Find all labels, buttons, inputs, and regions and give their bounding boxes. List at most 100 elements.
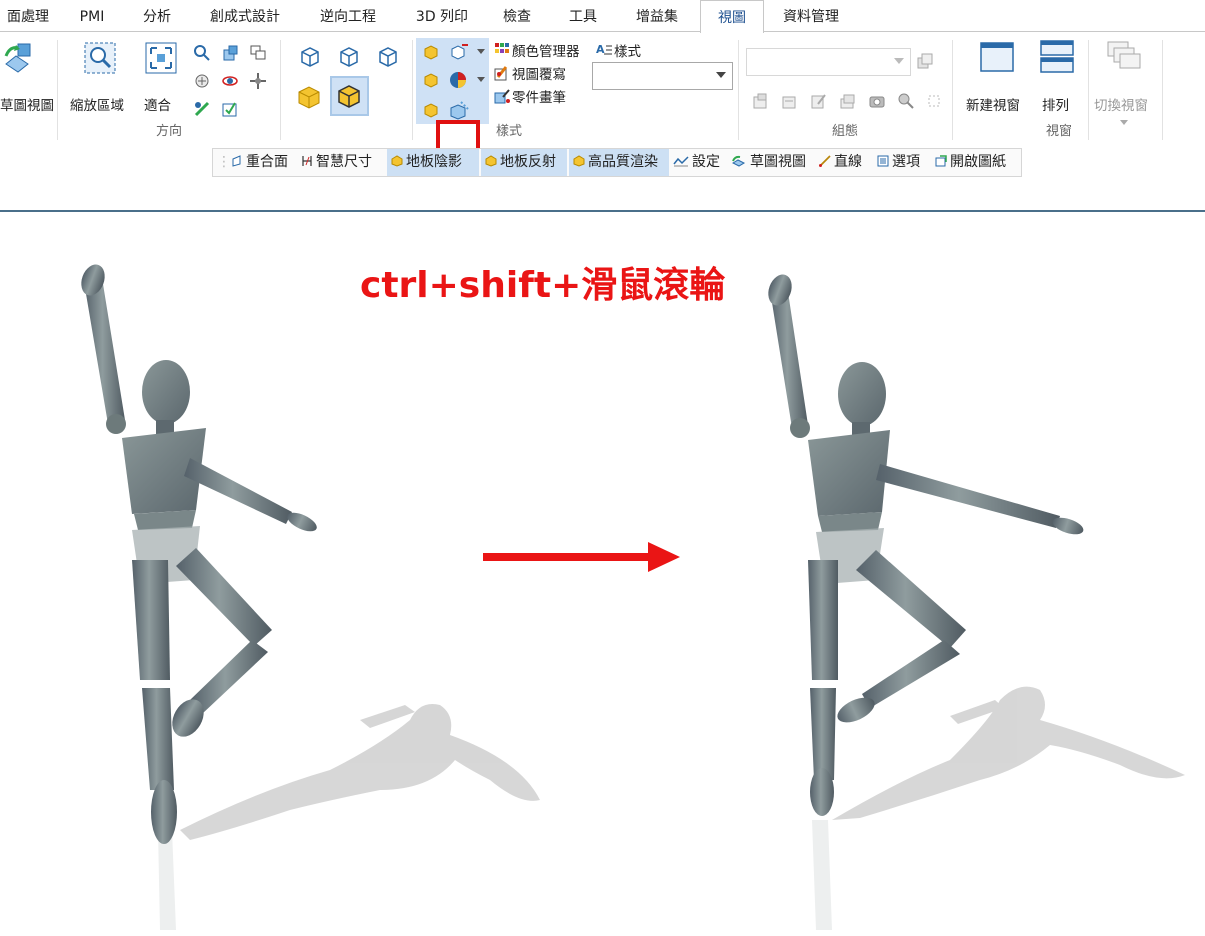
mannequin-left (81, 264, 540, 930)
color-manager-icon[interactable] (494, 42, 510, 56)
new-window-icon[interactable] (980, 42, 1014, 72)
floor-reflection-right (812, 820, 832, 930)
zoom-in-out-icon[interactable] (193, 44, 211, 62)
camera-icon[interactable] (868, 92, 886, 110)
hidden-line-visible-icon[interactable] (337, 44, 361, 68)
coincident-face-button[interactable]: 重合面 (231, 149, 288, 176)
settings-button[interactable]: 設定 (673, 149, 720, 176)
high-quality-render-label: 高品質渲染 (588, 154, 658, 170)
shaded-icon[interactable] (296, 84, 322, 110)
fit-label[interactable]: 適合 (144, 94, 171, 114)
sketch-view-tb-label: 草圖視圖 (750, 154, 806, 170)
style-group-label: 樣式 (496, 124, 523, 139)
floor-reflection-button[interactable]: 地板反射 (481, 149, 567, 176)
config-group-label: 組態 (832, 124, 859, 139)
shaded-with-edges-icon[interactable] (336, 83, 362, 109)
options-icon (877, 155, 889, 167)
sketch-view-icon[interactable] (2, 42, 36, 76)
sketch-view-label[interactable]: 草圖視圖 (0, 94, 54, 114)
tab-3d-print[interactable]: 3D 列印 (402, 0, 482, 32)
settings-icon (673, 156, 689, 167)
options-button[interactable]: 選項 (877, 149, 920, 176)
tab-view[interactable]: 視圖 (700, 0, 764, 33)
floor-reflection-left (158, 830, 176, 930)
line-label: 直線 (834, 154, 862, 170)
group-separator (1162, 40, 1163, 140)
ribbon-tab-bar: 面處理 PMI 分析 創成式設計 逆向工程 3D 列印 檢查 工具 增益集 視圖… (0, 0, 1205, 33)
zoom-area-label[interactable]: 縮放區域 (70, 94, 124, 114)
cube-icon (485, 155, 497, 167)
cartoon-icon[interactable] (423, 102, 439, 118)
mannequin-right (768, 274, 1185, 930)
zoom-area-icon[interactable] (84, 42, 116, 74)
tab-generative-design[interactable]: 創成式設計 (196, 0, 294, 32)
tab-addins[interactable]: 增益集 (622, 0, 692, 32)
previous-view-icon[interactable] (221, 44, 239, 62)
perspective-icon[interactable] (423, 72, 439, 88)
dimension-icon (302, 156, 312, 166)
tab-reverse-engineering[interactable]: 逆向工程 (306, 0, 390, 32)
style-icon[interactable]: A (596, 42, 612, 56)
arrange-label[interactable]: 排列 (1042, 94, 1069, 114)
coincident-face-label: 重合面 (246, 154, 288, 170)
appearance-icon[interactable] (448, 70, 468, 90)
switch-window-label[interactable]: 切換視窗 (1094, 94, 1148, 114)
tab-data-management[interactable]: 資料管理 (772, 0, 850, 32)
chevron-down-icon[interactable] (1120, 120, 1128, 126)
sketch-view-tb-button[interactable]: 草圖視圖 (731, 149, 806, 176)
floor-shadow-button[interactable]: 地板陰影 (387, 149, 479, 176)
chevron-down-icon[interactable] (477, 49, 485, 55)
tab-analysis[interactable]: 分析 (130, 0, 184, 32)
shadows-icon[interactable] (423, 44, 439, 60)
section-view-icon[interactable] (450, 43, 470, 61)
switch-window-icon[interactable] (1106, 40, 1142, 74)
settings-label: 設定 (692, 154, 720, 170)
normal-to-icon[interactable] (221, 100, 239, 118)
line-button[interactable]: 直線 (819, 149, 862, 176)
svg-text:A: A (596, 43, 605, 56)
tab-pmi[interactable]: PMI (66, 0, 118, 32)
config-select-icon[interactable] (928, 95, 940, 107)
options-label: 選項 (892, 154, 920, 170)
config-delete-icon[interactable] (897, 92, 915, 110)
model-viewport[interactable] (0, 214, 1205, 934)
pan-icon[interactable] (193, 72, 211, 90)
part-painter-label[interactable]: 零件畫筆 (512, 86, 566, 106)
view-override-icon[interactable] (494, 65, 510, 81)
sketch-view-icon (731, 155, 746, 167)
look-at-icon[interactable] (193, 100, 211, 118)
high-quality-render-button[interactable]: 高品質渲染 (569, 149, 669, 176)
config-copy-icon[interactable] (781, 92, 799, 110)
config-settings-icon[interactable] (916, 52, 934, 70)
smart-dimension-button[interactable]: 智慧尺寸 (301, 149, 372, 176)
roll-icon[interactable] (249, 72, 267, 90)
config-display-icon[interactable] (839, 92, 857, 110)
viewport-top-border (0, 210, 1205, 212)
config-add-icon[interactable] (752, 92, 770, 110)
realview-graphics-icon[interactable] (448, 100, 470, 120)
smart-dimension-label: 智慧尺寸 (316, 154, 372, 170)
fit-icon[interactable] (145, 42, 177, 74)
config-edit-icon[interactable] (810, 92, 828, 110)
floor-shadow-right (832, 686, 1185, 820)
view-override-label[interactable]: 視圖覆寫 (512, 63, 566, 83)
wireframe-icon[interactable] (298, 44, 322, 68)
new-window-label[interactable]: 新建視窗 (966, 94, 1020, 114)
tab-inspect[interactable]: 檢查 (490, 0, 544, 32)
rotate-icon[interactable] (221, 72, 239, 90)
tab-tools[interactable]: 工具 (556, 0, 610, 32)
arrange-windows-icon[interactable] (1040, 40, 1074, 74)
open-drawing-button[interactable]: 開啟圖紙 (935, 149, 1006, 176)
part-painter-icon[interactable] (494, 88, 510, 104)
window-view-icon[interactable] (249, 44, 267, 62)
chevron-down-icon[interactable] (477, 77, 485, 83)
style-dropdown[interactable] (592, 62, 733, 90)
toolbar-grip[interactable]: ⋮ (217, 149, 231, 176)
transition-arrow (483, 542, 680, 572)
configuration-dropdown[interactable] (746, 48, 911, 76)
tab-surface[interactable]: 面處理 (0, 0, 56, 32)
group-separator (412, 40, 413, 140)
hidden-line-removed-icon[interactable] (376, 44, 400, 68)
color-manager-label[interactable]: 顏色管理器 (512, 40, 580, 60)
style-label[interactable]: 樣式 (614, 40, 641, 60)
